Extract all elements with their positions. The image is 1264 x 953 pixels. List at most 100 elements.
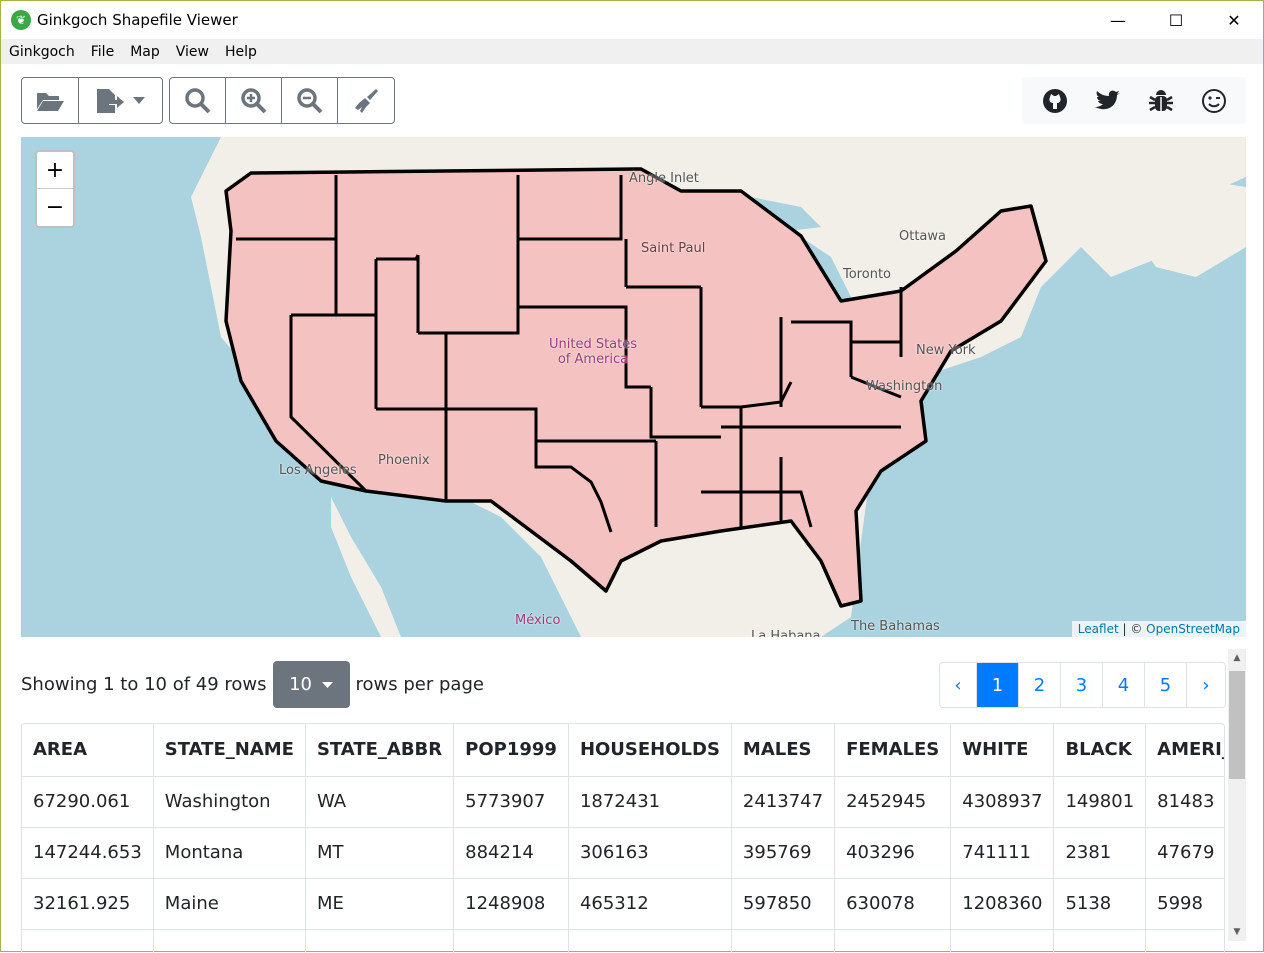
caret-down-icon [133, 96, 146, 104]
table-cell: 2381 [1053, 826, 1147, 879]
column-header[interactable]: AREA [22, 724, 154, 777]
column-header[interactable]: HOUSEHOLDS [567, 724, 732, 777]
menu-file[interactable]: File [83, 44, 122, 60]
page-5-button[interactable]: 5 [1145, 663, 1187, 707]
table-cell: 1208360 [950, 877, 1055, 930]
table-cell: 4308937 [950, 775, 1055, 828]
menu-ginkgoch[interactable]: Ginkgoch [1, 44, 83, 60]
map-zoom-in-button[interactable]: + [37, 152, 73, 189]
folder-open-icon [36, 92, 64, 111]
page-size-value: 10 [289, 674, 312, 695]
scroll-up-arrow[interactable]: ▲ [1228, 653, 1246, 663]
zoom-in-icon [240, 87, 266, 113]
zoom-out-button[interactable] [282, 78, 338, 123]
page-1-button[interactable]: 1 [977, 663, 1019, 707]
broom-icon [354, 88, 378, 113]
table-cell [730, 928, 836, 953]
maximize-button[interactable]: ☐ [1147, 1, 1205, 39]
map-label: La Habana [751, 629, 821, 637]
caret-down-icon [321, 681, 333, 688]
table-cell: 403296 [834, 826, 952, 879]
pagination-info: Showing 1 to 10 of 49 rows 10 rows per p… [21, 661, 484, 708]
app-window: ❦ Ginkgoch Shapefile Viewer — ☐ ✕ Ginkgo… [0, 0, 1264, 953]
map-zoom-out-button[interactable]: − [37, 189, 73, 226]
table-cell: Montana [152, 826, 306, 879]
export-button[interactable] [79, 78, 162, 123]
prev-page-button[interactable]: ‹ [940, 663, 977, 707]
leaflet-link[interactable]: Leaflet [1078, 622, 1119, 636]
map-view[interactable]: Angle Inlet Ottawa Toronto Saint Paul Un… [21, 137, 1246, 637]
map-toolbar [169, 77, 395, 124]
map-label: Saint Paul [641, 241, 706, 256]
open-button[interactable] [22, 78, 79, 123]
close-button[interactable]: ✕ [1205, 1, 1263, 39]
table-row[interactable]: 147244.653 Montana MT 884214 306163 395769 403… [22, 826, 1224, 879]
page-3-button[interactable]: 3 [1061, 663, 1103, 707]
map-label: Ottawa [899, 229, 946, 244]
page-4-button[interactable]: 4 [1103, 663, 1145, 707]
menu-view[interactable]: View [168, 44, 217, 60]
column-header[interactable]: POP1999 [453, 724, 569, 777]
column-header[interactable]: STATE_NAME [152, 724, 306, 777]
clear-button[interactable] [338, 78, 394, 123]
scroll-down-arrow[interactable]: ▼ [1228, 927, 1246, 937]
attribute-table: AREA STATE_NAME STATE_ABBR POP1999 HOUSEHOLD… [21, 723, 1225, 953]
column-header[interactable]: FEMALES [834, 724, 952, 777]
table-cell: 1248908 [453, 877, 569, 930]
table-cell: 884214 [453, 826, 569, 879]
rows-per-page-text: rows per page [355, 674, 484, 695]
column-header[interactable]: WHITE [950, 724, 1055, 777]
table-cell [304, 928, 455, 953]
smile-wink-icon[interactable] [1201, 88, 1227, 114]
zoom-in-button[interactable] [226, 78, 282, 123]
osm-link[interactable]: OpenStreetMap [1146, 622, 1240, 636]
file-toolbar [21, 77, 163, 124]
export-file-icon [97, 88, 125, 113]
table-row[interactable]: 32161.925 Maine ME 1248908 465312 597850 63007… [22, 877, 1224, 930]
page-2-button[interactable]: 2 [1019, 663, 1061, 707]
table-cell: 2452945 [834, 775, 952, 828]
table-cell: 395769 [730, 826, 836, 879]
column-header[interactable]: BLACK [1053, 724, 1147, 777]
table-cell: 1872431 [567, 775, 732, 828]
table-cell: 2413747 [730, 775, 836, 828]
table-cell: Washington [152, 775, 306, 828]
github-icon[interactable] [1042, 88, 1068, 114]
table-cell [22, 928, 154, 953]
table-row[interactable] [22, 928, 1224, 953]
twitter-icon[interactable] [1094, 90, 1121, 112]
table-cell: 47679 [1145, 826, 1224, 879]
pagination: ‹ 1 2 3 4 5 › [939, 662, 1226, 708]
column-header[interactable]: AMERI_ES [1145, 724, 1224, 777]
scrollbar-thumb[interactable] [1229, 671, 1245, 779]
page-size-dropdown[interactable]: 10 [272, 661, 350, 708]
map-canvas [21, 137, 1246, 637]
attribution-separator: | © [1118, 622, 1147, 636]
zoom-control: + − [35, 150, 75, 228]
table-cell: 67290.061 [22, 775, 154, 828]
title-bar: ❦ Ginkgoch Shapefile Viewer — ☐ ✕ [1, 1, 1263, 39]
menu-map[interactable]: Map [122, 44, 168, 60]
column-header[interactable]: MALES [730, 724, 836, 777]
table-cell [1053, 928, 1147, 953]
column-header[interactable]: STATE_ABBR [304, 724, 455, 777]
next-page-button[interactable]: › [1187, 663, 1225, 707]
baja-california [331, 497, 401, 637]
map-label: Washington [866, 379, 943, 394]
table-cell: 5773907 [453, 775, 569, 828]
table-row[interactable]: 67290.061 Washington WA 5773907 1872431 24137… [22, 775, 1224, 828]
map-label: Phoenix [378, 453, 430, 468]
bug-icon[interactable] [1148, 88, 1174, 114]
vertical-scrollbar[interactable]: ▲ ▼ [1228, 649, 1246, 941]
table-cell: 147244.653 [22, 826, 154, 879]
table-cell: 32161.925 [22, 877, 154, 930]
minimize-button[interactable]: — [1089, 1, 1147, 39]
map-label: Toronto [843, 267, 891, 282]
table-cell [152, 928, 306, 953]
table-cell: ME [304, 877, 455, 930]
menu-help[interactable]: Help [217, 44, 265, 60]
zoom-out-icon [296, 87, 322, 113]
map-label: New York [916, 343, 976, 358]
menu-bar: Ginkgoch File Map View Help [1, 39, 1263, 64]
search-button[interactable] [170, 78, 226, 123]
